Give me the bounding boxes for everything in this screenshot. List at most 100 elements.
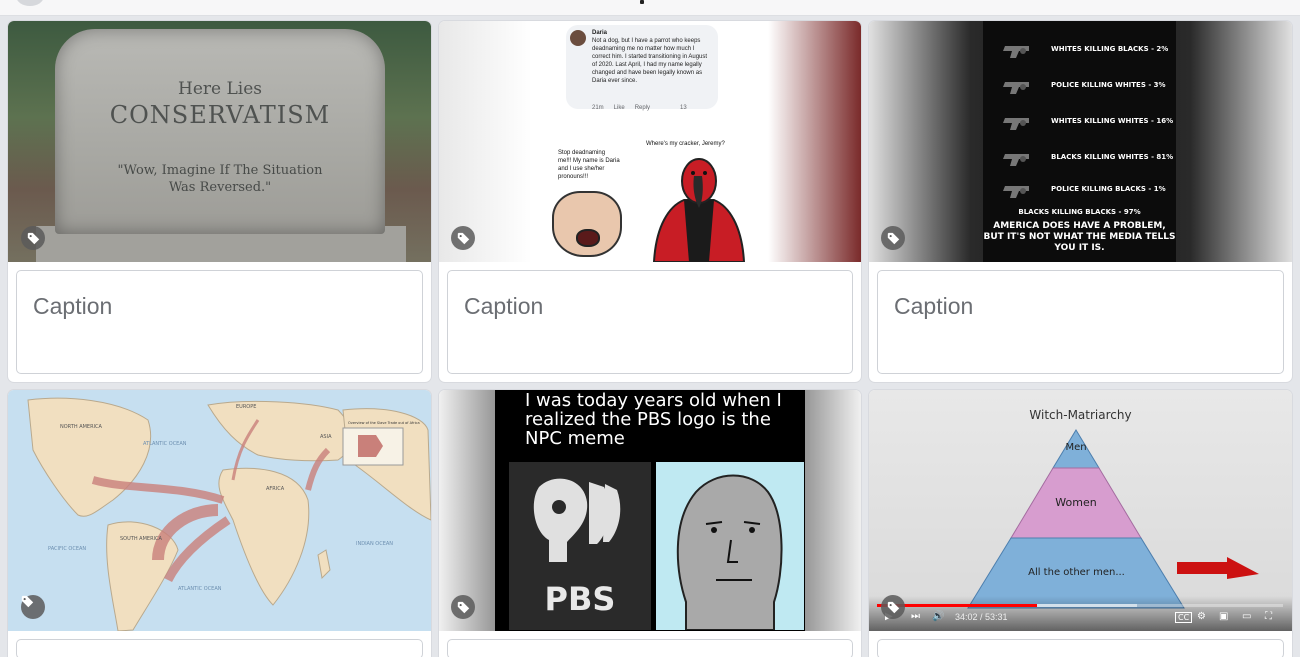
- tag-icon[interactable]: [451, 595, 475, 619]
- stat-text: WHITES KILLING BLACKS - 2%: [1051, 45, 1169, 53]
- map-label: EUROPE: [236, 404, 256, 410]
- stat-text: WHITES KILLING WHITES - 16%: [1051, 117, 1174, 125]
- comment-time: 21m: [592, 105, 604, 111]
- tombstone-quote-a: "Wow, Imagine If The Situation: [117, 163, 323, 178]
- pbs-logo-panel: PBS: [509, 462, 651, 630]
- pyramid-tier-top: Men: [1065, 442, 1087, 453]
- stat-row: POLICE KILLING WHITES - 3%: [1001, 75, 1176, 99]
- map-label: PACIFIC OCEAN: [48, 546, 86, 552]
- meme-card-1: Here Lies CONSERVATISM "Wow, Imagine If …: [8, 21, 431, 382]
- map-label: AFRICA: [266, 486, 285, 492]
- revolver-icon: [1003, 82, 1029, 94]
- meme-headline: I was today years old when I realized th…: [525, 390, 782, 449]
- video-player-witch-matriarchy[interactable]: Witch-Matriarchy Men Women All the other…: [869, 390, 1292, 631]
- caption-input[interactable]: Caption: [447, 270, 853, 374]
- comment-like: Like: [613, 105, 625, 111]
- tag-icon[interactable]: [21, 226, 45, 250]
- facebook-comment: Daria Not a dog, but I have a parrot who…: [566, 25, 718, 109]
- pyramid-tier-middle: Women: [1055, 496, 1097, 509]
- pyramid-diagram: [967, 429, 1259, 609]
- caption-placeholder: Caption: [33, 293, 113, 319]
- meme-card-5: I was today years old when I realized th…: [439, 390, 861, 657]
- stat-text: BLACKS KILLING WHITES - 81%: [1051, 153, 1174, 161]
- caption-input[interactable]: Caption: [877, 270, 1284, 374]
- revolver-icon: [1003, 186, 1029, 198]
- miniplayer-icon[interactable]: ▣: [1219, 612, 1228, 622]
- caption-placeholder: Caption: [464, 293, 544, 319]
- next-icon[interactable]: ⏭: [911, 612, 920, 622]
- pbs-wordmark: PBS: [544, 580, 616, 618]
- meme-image-tombstone[interactable]: Here Lies CONSERVATISM "Wow, Imagine If …: [8, 21, 431, 262]
- commenter-name: Daria: [592, 30, 608, 36]
- statistics-panel: WHITES KILLING BLACKS - 2% POLICE KILLIN…: [983, 21, 1176, 262]
- pbs-panel: I was today years old when I realized th…: [495, 390, 805, 631]
- tag-icon[interactable]: [881, 595, 905, 619]
- tombstone-quote-b: Was Reversed.": [168, 180, 272, 195]
- tombstone: Here Lies CONSERVATISM "Wow, Imagine If …: [55, 29, 385, 234]
- tombstone-line-1: Here Lies: [178, 79, 262, 99]
- map-label: INDIAN OCEAN: [356, 541, 393, 547]
- theater-icon[interactable]: ▭: [1242, 612, 1251, 622]
- progress-bar[interactable]: [877, 604, 1283, 607]
- meme-image-statistics[interactable]: WHITES KILLING BLACKS - 2% POLICE KILLIN…: [869, 21, 1292, 262]
- caption-input[interactable]: [877, 639, 1284, 657]
- player-time: 34:02 / 53:31: [955, 612, 1008, 622]
- tag-icon[interactable]: [21, 595, 45, 619]
- caption-input[interactable]: [447, 639, 853, 657]
- caption-placeholder: Caption: [894, 293, 974, 319]
- gear-icon[interactable]: ⚙: [1197, 612, 1206, 622]
- meme-image-parrot-comic[interactable]: Daria Not a dog, but I have a parrot who…: [439, 21, 861, 262]
- meme-card-3: WHITES KILLING BLACKS - 2% POLICE KILLIN…: [869, 21, 1292, 382]
- tombstone-line-3: "Wow, Imagine If The Situation Was Rever…: [55, 162, 385, 196]
- map-label: NORTH AMERICA: [60, 424, 103, 430]
- speech-left: Stop deadnaming me!!! My name is Daria a…: [558, 150, 620, 180]
- npc-panel: [656, 462, 804, 631]
- map-label: ATLANTIC OCEAN: [143, 441, 187, 447]
- meme-card-6: Witch-Matriarchy Men Women All the other…: [869, 390, 1292, 657]
- stat-row: POLICE KILLING BLACKS - 1%: [1001, 179, 1176, 203]
- tombstone-line-2: CONSERVATISM: [109, 101, 331, 129]
- comic-panel: Daria Not a dog, but I have a parrot who…: [538, 21, 762, 262]
- meme-image-slave-trade-map[interactable]: NORTH AMERICA EUROPE ASIA AFRICA SOUTH A…: [8, 390, 431, 631]
- comment-reply: Reply: [634, 105, 651, 111]
- avatar[interactable]: [16, 0, 44, 6]
- stat-text: POLICE KILLING WHITES - 3%: [1051, 81, 1166, 89]
- comment-meta: 21m Like Reply 13: [592, 105, 722, 111]
- meme-card-4: NORTH AMERICA EUROPE ASIA AFRICA SOUTH A…: [8, 390, 431, 657]
- comment-text: Not a dog, but I have a parrot who keeps…: [592, 38, 708, 84]
- stat-conclusion: AMERICA DOES HAVE A PROBLEM, BUT IT'S NO…: [983, 221, 1176, 253]
- face-mouth: [576, 229, 600, 247]
- fullscreen-icon[interactable]: ⛶: [1265, 612, 1272, 622]
- caption-input[interactable]: [16, 639, 423, 657]
- world-map: NORTH AMERICA EUROPE ASIA AFRICA SOUTH A…: [27, 397, 431, 631]
- volume-icon[interactable]: 🔊: [932, 612, 944, 622]
- stat-row: WHITES KILLING BLACKS - 2%: [1001, 39, 1176, 63]
- commenter-avatar: [570, 30, 586, 46]
- revolver-icon: [1003, 118, 1029, 130]
- map-label: ASIA: [320, 434, 332, 440]
- revolver-icon: [1003, 46, 1029, 58]
- npc-face: [676, 474, 783, 631]
- stat-bottom-line: BLACKS KILLING BLACKS - 97%: [1018, 208, 1141, 216]
- cc-icon[interactable]: CC: [1175, 612, 1193, 623]
- meme-image-pbs-npc[interactable]: I was today years old when I realized th…: [439, 390, 861, 631]
- top-bar-marker: [640, 0, 644, 4]
- screaming-face-drawing: [552, 191, 622, 257]
- legend-title: Overview of the Slave Trade out of Afric…: [348, 421, 420, 425]
- pbs-logo: [533, 478, 621, 562]
- pyramid-tier-bottom: All the other men...: [1028, 567, 1125, 578]
- map-label: SOUTH AMERICA: [120, 536, 163, 542]
- tag-icon[interactable]: [451, 226, 475, 250]
- parrot-drawing: [652, 158, 746, 262]
- tag-icon[interactable]: [881, 226, 905, 250]
- speech-right: Where's my cracker, Jeremy?: [646, 141, 725, 147]
- stat-text: POLICE KILLING BLACKS - 1%: [1051, 185, 1166, 193]
- caption-input[interactable]: Caption: [16, 270, 423, 374]
- stat-row: BLACKS KILLING WHITES - 81%: [1001, 147, 1176, 171]
- stat-row: WHITES KILLING WHITES - 16%: [1001, 111, 1176, 135]
- comment-reactions: 13: [680, 105, 687, 111]
- top-bar: [0, 0, 1300, 16]
- meme-card-2: Daria Not a dog, but I have a parrot who…: [439, 21, 861, 382]
- map-label: ATLANTIC OCEAN: [178, 586, 222, 592]
- revolver-icon: [1003, 154, 1029, 166]
